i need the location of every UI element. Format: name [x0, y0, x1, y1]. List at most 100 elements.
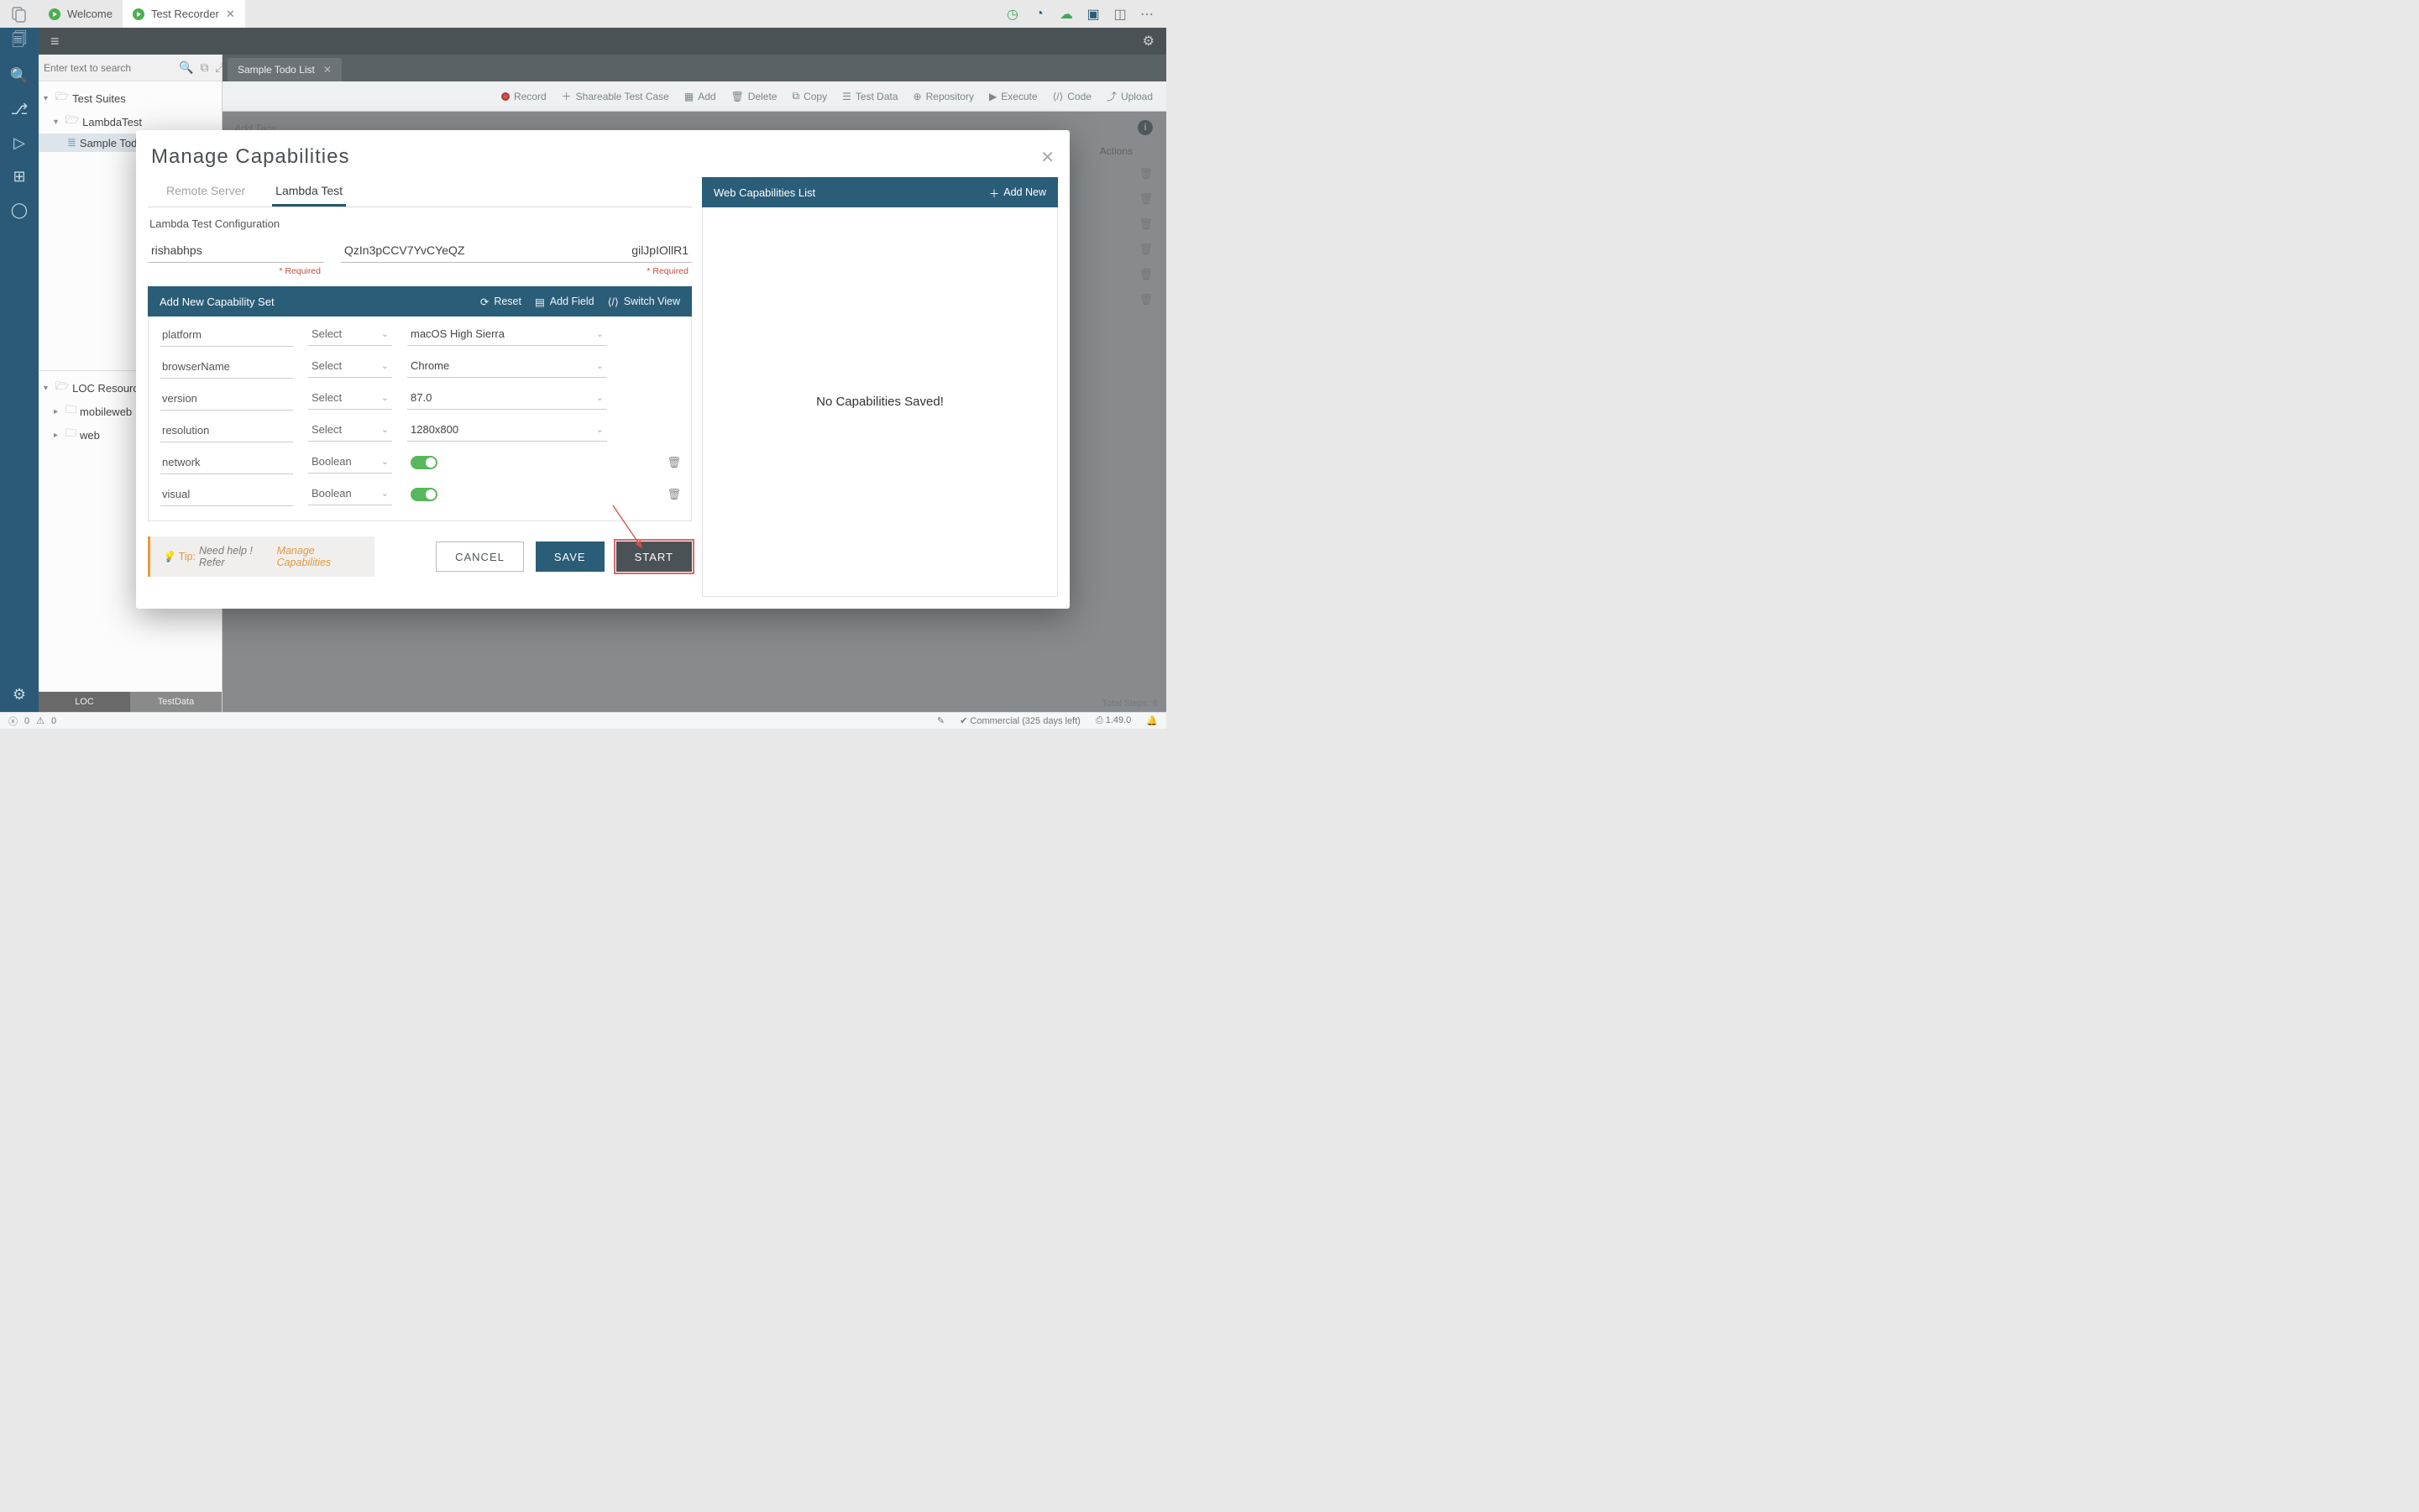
extensions-icon[interactable]: ⊞ — [10, 167, 29, 186]
chevron-down-icon: ⌄ — [381, 456, 389, 467]
top-right-icons: ◷ ◔ ☁ ▣ ◫ ⋯ — [1005, 7, 1166, 22]
app-files-icon[interactable] — [0, 0, 39, 28]
username-input[interactable] — [148, 238, 324, 263]
cap-type-select[interactable]: Boolean⌄ — [308, 484, 392, 505]
trash-icon: 🗑 — [731, 91, 744, 102]
close-icon[interactable]: ✕ — [226, 8, 235, 21]
cap-name-input[interactable] — [160, 419, 293, 442]
cap-name-input[interactable] — [160, 323, 293, 347]
modal-title: Manage Capabilities — [151, 145, 349, 169]
tip-link[interactable]: Manage Capabilities — [277, 545, 363, 568]
delete-button[interactable]: 🗑Delete — [731, 91, 778, 102]
search-input[interactable] — [44, 62, 174, 74]
cap-name-input[interactable] — [160, 387, 293, 411]
add-icon: ▦ — [684, 91, 694, 102]
doc-tab-sample[interactable]: Sample Todo List ✕ — [228, 58, 342, 81]
sidebar-tab-testdata[interactable]: TestData — [130, 692, 222, 712]
code-button[interactable]: ⟨/⟩Code — [1053, 91, 1092, 102]
shareable-button[interactable]: ＋Shareable Test Case — [562, 89, 669, 103]
copy-button[interactable]: ⧉Copy — [792, 90, 827, 102]
dashboard-icon[interactable]: ◷ — [1005, 7, 1020, 22]
bell-icon[interactable]: 🔔 — [1146, 715, 1158, 726]
chevron-down-icon: ⌄ — [381, 328, 389, 339]
token-input-left[interactable] — [341, 238, 500, 263]
cancel-button[interactable]: CANCEL — [436, 541, 524, 572]
sidebar-tab-loc[interactable]: LOC — [39, 692, 130, 712]
manage-capabilities-modal: Manage Capabilities ✕ Remote Server Lamb… — [136, 130, 1070, 609]
cap-name-input[interactable] — [160, 483, 293, 506]
cap-row: Boolean⌄ 🗑 — [160, 483, 681, 506]
cloud-icon[interactable]: ☁ — [1059, 7, 1074, 22]
close-icon[interactable]: ✕ — [323, 64, 332, 76]
execute-button[interactable]: ▶Execute — [989, 91, 1038, 102]
testdata-button[interactable]: ☰Test Data — [842, 91, 898, 102]
tab-label: Test Recorder — [151, 8, 219, 20]
code-icon: ⟨/⟩ — [608, 296, 619, 308]
save-button[interactable]: SAVE — [536, 541, 605, 572]
run-icon[interactable]: ▷ — [10, 133, 29, 152]
cap-value-select[interactable]: 1280x800⌄ — [407, 420, 607, 442]
caret-icon: ▸ — [54, 431, 62, 440]
cap-type-select[interactable]: Select⌄ — [308, 420, 392, 442]
trash-icon[interactable]: 🗑 — [667, 456, 681, 469]
errors-icon[interactable]: ⓧ — [8, 714, 18, 728]
gear-icon[interactable]: ⚙ — [10, 685, 29, 704]
suites-icon: 🗁 — [55, 379, 69, 397]
copy-icon[interactable]: ⧉ — [198, 60, 210, 75]
cap-value-select[interactable]: Chrome⌄ — [407, 356, 607, 378]
cap-type-select[interactable]: Select⌄ — [308, 356, 392, 378]
camera-icon[interactable]: ▣ — [1086, 7, 1101, 22]
cap-type-select[interactable]: Boolean⌄ — [308, 452, 392, 473]
tab-test-recorder[interactable]: Test Recorder ✕ — [123, 0, 245, 28]
web-list-empty: No Capabilities Saved! — [702, 207, 1058, 597]
search-icon[interactable]: 🔍 — [177, 60, 195, 75]
upload-button[interactable]: ⤴Upload — [1107, 89, 1153, 103]
cap-row: Select⌄ 87.0⌄ — [160, 387, 681, 411]
cap-value-toggle[interactable] — [411, 488, 437, 501]
token-input-right[interactable] — [533, 238, 692, 263]
add-field-button[interactable]: ▤Add Field — [535, 296, 594, 308]
record-button[interactable]: Record — [501, 91, 547, 102]
tree-search: 🔍 ⧉ ⤢ 🗀 — [39, 55, 222, 81]
warnings-icon[interactable]: ⚠ — [36, 715, 45, 726]
search-icon[interactable]: 🔍 — [10, 66, 29, 85]
panel-icon[interactable]: ◫ — [1113, 7, 1128, 22]
settings-icon[interactable]: ⚙ — [1143, 33, 1155, 50]
trash-icon[interactable]: 🗑 — [667, 488, 681, 501]
cap-value-toggle[interactable] — [411, 456, 437, 469]
web-list-header: Web Capabilities List ＋Add New — [702, 177, 1058, 207]
caret-icon: ▾ — [44, 94, 52, 103]
web-list-title: Web Capabilities List — [714, 186, 815, 199]
tree-label: web — [80, 429, 100, 442]
start-button[interactable]: START — [616, 541, 692, 572]
repository-button[interactable]: ⊕Repository — [914, 91, 974, 102]
debug-icon[interactable]: ◯ — [10, 201, 29, 219]
play-icon: ▶ — [989, 91, 997, 102]
cap-value-select[interactable]: 87.0⌄ — [407, 388, 607, 410]
tab-welcome[interactable]: Welcome — [39, 0, 123, 28]
add-button[interactable]: ▦Add — [684, 91, 716, 102]
cap-type-select[interactable]: Select⌄ — [308, 324, 392, 346]
switch-view-button[interactable]: ⟨/⟩Switch View — [608, 296, 680, 308]
chevron-down-icon: ⌄ — [596, 360, 604, 371]
tab-lambda-test[interactable]: Lambda Test — [272, 177, 346, 207]
more-icon[interactable]: ⋯ — [1139, 7, 1155, 22]
reset-button[interactable]: ⟳Reset — [480, 296, 521, 308]
menu-icon[interactable]: ≡ — [50, 33, 60, 50]
feedback-icon[interactable]: ✎ — [937, 715, 945, 726]
cap-name-input[interactable] — [160, 451, 293, 474]
scm-icon[interactable]: ⎇ — [10, 100, 29, 118]
tab-remote-server[interactable]: Remote Server — [163, 177, 249, 207]
bulb-icon: 💡 — [162, 551, 175, 563]
cap-value-select[interactable]: macOS High Sierra⌄ — [407, 324, 607, 346]
doc-tab-label: Sample Todo List — [238, 64, 315, 76]
cap-row: Select⌄ 1280x800⌄ — [160, 419, 681, 442]
gauge-icon[interactable]: ◔ — [1032, 7, 1047, 22]
tree-node-root[interactable]: ▾ 🗁 Test Suites — [39, 86, 222, 110]
close-icon[interactable]: ✕ — [1040, 147, 1055, 168]
cap-name-input[interactable] — [160, 355, 293, 379]
cap-type-select[interactable]: Select⌄ — [308, 388, 392, 410]
add-new-button[interactable]: ＋Add New — [989, 185, 1046, 201]
explorer-icon[interactable]: 🗐 — [10, 33, 29, 51]
errors-count: 0 — [24, 716, 29, 726]
